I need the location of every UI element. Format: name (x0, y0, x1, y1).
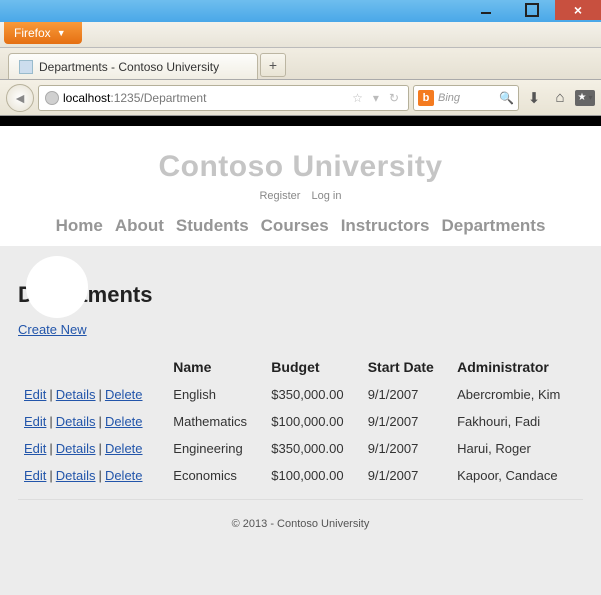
decorative-circle (26, 256, 88, 318)
cell-name: English (167, 381, 265, 408)
titlebar: × (0, 0, 601, 22)
cell-name: Mathematics (167, 408, 265, 435)
firefox-menu-label: Firefox (14, 26, 51, 40)
bing-icon: b (418, 90, 434, 106)
back-button[interactable]: ◄ (6, 84, 34, 112)
content-area: Departments Create New Name Budget Start… (0, 246, 601, 548)
nav-departments[interactable]: Departments (441, 216, 545, 236)
downloads-button[interactable]: ⬇ (523, 87, 545, 109)
table-body: Edit|Details|Delete English $350,000.00 … (18, 381, 583, 489)
cell-name: Engineering (167, 435, 265, 462)
col-name: Name (167, 355, 265, 381)
firefox-menu-row: Firefox ▼ (0, 22, 601, 48)
nav-about[interactable]: About (115, 216, 164, 236)
browser-window: × Firefox ▼ Departments - Contoso Univer… (0, 0, 601, 595)
cell-admin: Harui, Roger (451, 435, 583, 462)
departments-table: Name Budget Start Date Administrator Edi… (18, 355, 583, 489)
delete-link[interactable]: Delete (105, 387, 143, 402)
cell-budget: $350,000.00 (265, 435, 361, 462)
page-viewport: Contoso University Register Log in Home … (0, 116, 601, 595)
actions-cell: Edit|Details|Delete (18, 435, 167, 462)
table-header-row: Name Budget Start Date Administrator (18, 355, 583, 381)
site-header: Contoso University Register Log in Home … (0, 126, 601, 246)
actions-cell: Edit|Details|Delete (18, 462, 167, 489)
tab-strip: Departments - Contoso University + (0, 48, 601, 80)
nav-home[interactable]: Home (56, 216, 103, 236)
home-button[interactable]: ⌂ (549, 87, 571, 109)
actions-cell: Edit|Details|Delete (18, 408, 167, 435)
nav-courses[interactable]: Courses (261, 216, 329, 236)
url-text: localhost:1235/Department (63, 91, 206, 105)
col-admin: Administrator (451, 355, 583, 381)
cell-start: 9/1/2007 (362, 408, 451, 435)
table-row: Edit|Details|Delete Engineering $350,000… (18, 435, 583, 462)
table-row: Edit|Details|Delete Economics $100,000.0… (18, 462, 583, 489)
details-link[interactable]: Details (56, 441, 96, 456)
details-link[interactable]: Details (56, 387, 96, 402)
bookmark-star-icon[interactable]: ☆ (349, 91, 366, 105)
new-tab-button[interactable]: + (260, 53, 286, 77)
delete-link[interactable]: Delete (105, 441, 143, 456)
dropdown-icon[interactable]: ▾ (370, 91, 382, 105)
table-row: Edit|Details|Delete Mathematics $100,000… (18, 408, 583, 435)
cell-start: 9/1/2007 (362, 381, 451, 408)
cell-budget: $100,000.00 (265, 462, 361, 489)
minimize-button[interactable] (463, 0, 509, 20)
table-row: Edit|Details|Delete English $350,000.00 … (18, 381, 583, 408)
cell-name: Economics (167, 462, 265, 489)
cell-start: 9/1/2007 (362, 435, 451, 462)
nav-instructors[interactable]: Instructors (341, 216, 430, 236)
site-footer: © 2013 - Contoso University (18, 499, 583, 538)
search-placeholder: Bing (438, 92, 460, 104)
delete-link[interactable]: Delete (105, 468, 143, 483)
page-icon (19, 60, 33, 74)
edit-link[interactable]: Edit (24, 441, 46, 456)
actions-cell: Edit|Details|Delete (18, 381, 167, 408)
page-title: Departments (18, 282, 583, 308)
col-start: Start Date (362, 355, 451, 381)
navigation-toolbar: ◄ localhost:1235/Department ☆ ▾ ↻ b Bing… (0, 80, 601, 116)
actions-header (18, 355, 167, 381)
cell-admin: Kapoor, Candace (451, 462, 583, 489)
details-link[interactable]: Details (56, 414, 96, 429)
delete-link[interactable]: Delete (105, 414, 143, 429)
tab-title: Departments - Contoso University (39, 60, 219, 74)
header-bar (0, 116, 601, 126)
edit-link[interactable]: Edit (24, 414, 46, 429)
bookmarks-menu-button[interactable]: ★ (575, 90, 595, 106)
register-link[interactable]: Register (259, 190, 300, 202)
edit-link[interactable]: Edit (24, 387, 46, 402)
firefox-menu-button[interactable]: Firefox ▼ (4, 22, 82, 44)
url-bar[interactable]: localhost:1235/Department ☆ ▾ ↻ (38, 85, 409, 111)
browser-tab[interactable]: Departments - Contoso University (8, 53, 258, 79)
search-icon[interactable]: 🔍 (499, 91, 514, 105)
cell-budget: $100,000.00 (265, 408, 361, 435)
maximize-button[interactable] (509, 0, 555, 20)
site-title: Contoso University (0, 150, 601, 184)
cell-budget: $350,000.00 (265, 381, 361, 408)
edit-link[interactable]: Edit (24, 468, 46, 483)
auth-links: Register Log in (0, 190, 601, 202)
create-new-link[interactable]: Create New (18, 322, 87, 337)
cell-start: 9/1/2007 (362, 462, 451, 489)
globe-icon (45, 91, 59, 105)
login-link[interactable]: Log in (312, 190, 342, 202)
search-box[interactable]: b Bing 🔍 (413, 85, 519, 111)
main-nav: Home About Students Courses Instructors … (0, 216, 601, 236)
reload-icon[interactable]: ↻ (386, 91, 402, 105)
cell-admin: Abercrombie, Kim (451, 381, 583, 408)
col-budget: Budget (265, 355, 361, 381)
chevron-down-icon: ▼ (57, 28, 66, 38)
details-link[interactable]: Details (56, 468, 96, 483)
nav-students[interactable]: Students (176, 216, 249, 236)
cell-admin: Fakhouri, Fadi (451, 408, 583, 435)
close-button[interactable]: × (555, 0, 601, 20)
